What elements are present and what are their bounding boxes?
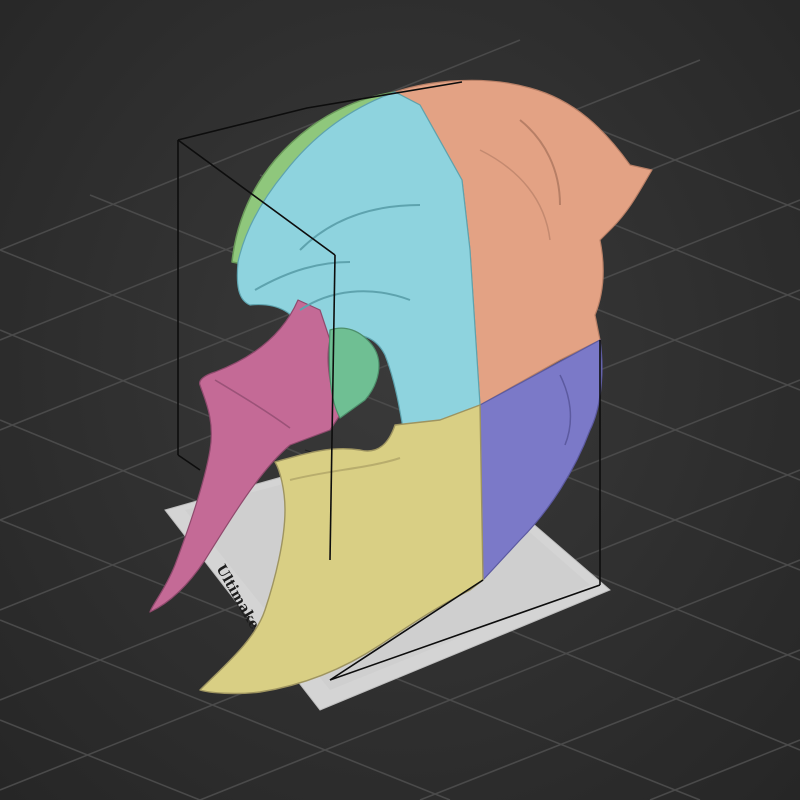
viewport-scene[interactable]: Ultimaker Ori bbox=[0, 0, 800, 800]
inner-cheek[interactable] bbox=[328, 327, 380, 419]
3d-viewport[interactable]: Ultimaker Ori bbox=[0, 0, 800, 800]
